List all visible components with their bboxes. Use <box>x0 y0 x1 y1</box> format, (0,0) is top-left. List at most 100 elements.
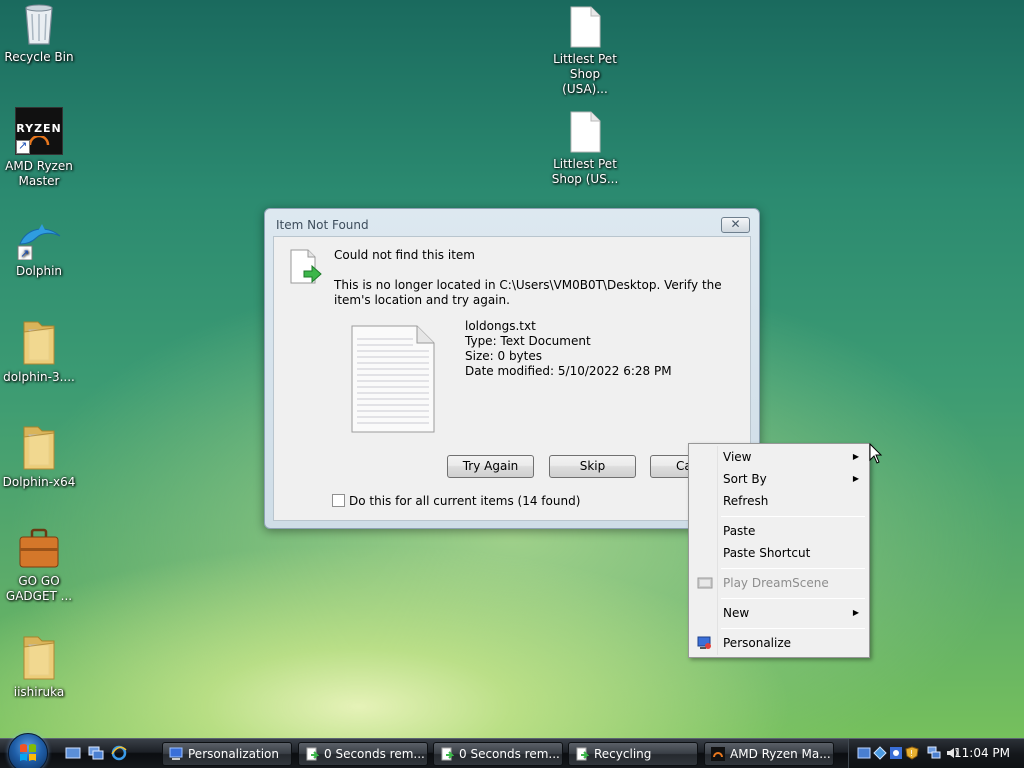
show-desktop-icon[interactable] <box>65 745 81 761</box>
taskbar-item-label: AMD Ryzen Ma... <box>730 747 831 761</box>
skip-button[interactable]: Skip <box>549 455 636 478</box>
personalization-icon <box>169 747 183 760</box>
submenu-arrow-icon: ▶ <box>852 474 859 483</box>
menu-item-label: Paste Shortcut <box>723 546 811 560</box>
menu-item-sort-by[interactable]: Sort By ▶ <box>691 469 867 489</box>
apply-to-all-label[interactable]: Do this for all current items (14 found) <box>349 494 580 508</box>
switch-windows-icon[interactable] <box>88 745 104 761</box>
desktop-context-menu: View ▶ Sort By ▶ Refresh Paste Paste Sho… <box>688 443 870 658</box>
windows-logo-icon <box>20 744 36 761</box>
menu-item-label: Play DreamScene <box>723 576 829 590</box>
security-warning-icon[interactable]: ! <box>905 746 919 760</box>
tray-app-icon[interactable] <box>857 746 871 760</box>
file-copy-icon <box>441 747 454 761</box>
network-shield-icon[interactable] <box>873 746 887 760</box>
desktop-icon-label: GO GO GADGET ... <box>5 574 73 603</box>
file-info: loldongs.txt Type: Text Document Size: 0… <box>465 319 672 379</box>
dialog-body: Could not find this item This is no long… <box>273 236 751 521</box>
apply-to-all-row: Do this for all current items (14 found) <box>332 494 580 508</box>
file-type: Type: Text Document <box>465 334 591 348</box>
personalize-icon <box>697 636 711 649</box>
menu-item-label: Refresh <box>723 494 769 508</box>
network-icon[interactable] <box>927 746 941 760</box>
clock[interactable]: 11:04 PM <box>954 746 1010 760</box>
taskbar-item-label: Recycling <box>594 747 652 761</box>
menu-item-paste-shortcut[interactable]: Paste Shortcut <box>691 543 867 563</box>
text-document-icon <box>351 325 435 433</box>
document-icon <box>570 111 601 153</box>
start-button[interactable] <box>8 733 48 768</box>
svg-text:!: ! <box>910 749 913 758</box>
svg-text:↗: ↗ <box>20 247 29 260</box>
menu-item-personalize[interactable]: Personalize <box>691 633 867 653</box>
desktop-icon-dolphin[interactable]: ↗ Dolphin <box>0 222 78 279</box>
dialog-message: This is no longer located in C:\Users\VM… <box>334 278 722 307</box>
menu-item-label: Paste <box>723 524 756 538</box>
dreamscene-icon <box>697 577 713 589</box>
file-move-icon <box>290 249 322 284</box>
menu-separator <box>721 598 865 599</box>
menu-separator <box>721 516 865 517</box>
dialog-heading: Could not find this item <box>334 248 475 262</box>
menu-item-view[interactable]: View ▶ <box>691 447 867 467</box>
amd-ryzen-icon <box>711 747 725 761</box>
taskbar-item-label: 0 Seconds rem... <box>459 747 560 761</box>
menu-item-paste[interactable]: Paste <box>691 521 867 541</box>
taskbar-item-recycling[interactable]: Recycling <box>568 742 698 766</box>
desktop-icon-littlest-pet-shop-2[interactable]: Littlest Pet Shop (US... <box>546 111 624 187</box>
shortcut-arrow-icon <box>16 138 30 154</box>
taskbar: Personalization 0 Seconds rem... 0 Secon… <box>0 733 1024 768</box>
update-icon[interactable] <box>889 746 903 760</box>
desktop-icon-label: Dolphin <box>15 264 63 278</box>
apply-to-all-checkbox[interactable] <box>332 494 345 507</box>
folder-icon <box>23 426 55 470</box>
taskbar-item-personalization[interactable]: Personalization <box>162 742 292 766</box>
briefcase-icon <box>19 528 59 568</box>
file-copy-icon <box>576 747 589 761</box>
recycle-bin-icon <box>25 4 53 45</box>
dialog-title: Item Not Found <box>276 218 369 232</box>
desktop-icon-dolphin-3[interactable]: dolphin-3.... <box>0 318 78 385</box>
taskbar-item-copy-2[interactable]: 0 Seconds rem... <box>433 742 563 766</box>
menu-item-refresh[interactable]: Refresh <box>691 491 867 511</box>
desktop-icon-label: Dolphin-x64 <box>2 475 76 489</box>
desktop-icon-amd-ryzen-master[interactable]: RYZEN AMD Ryzen Master <box>0 107 78 189</box>
mouse-cursor-icon <box>869 443 883 464</box>
desktop-icon-iishiruka[interactable]: iishiruka <box>0 633 78 700</box>
taskbar-item-label: Personalization <box>188 747 279 761</box>
file-name: loldongs.txt <box>465 319 536 333</box>
system-tray: ! 11:04 PM <box>848 739 1024 768</box>
menu-item-play-dreamscene: Play DreamScene <box>691 573 867 593</box>
document-icon <box>570 6 601 48</box>
menu-item-label: Sort By <box>723 472 767 486</box>
desktop-icon-label: dolphin-3.... <box>3 370 75 384</box>
taskbar-item-label: 0 Seconds rem... <box>324 747 425 761</box>
menu-separator <box>721 628 865 629</box>
file-date-modified: Date modified: 5/10/2022 6:28 PM <box>465 364 672 378</box>
menu-separator <box>721 568 865 569</box>
taskbar-item-copy-1[interactable]: 0 Seconds rem... <box>298 742 428 766</box>
amd-ryzen-master-icon: RYZEN <box>15 107 63 155</box>
internet-explorer-icon[interactable] <box>111 745 127 761</box>
file-size: Size: 0 bytes <box>465 349 542 363</box>
desktop-icon-recycle-bin[interactable]: Recycle Bin <box>0 2 78 65</box>
submenu-arrow-icon: ▶ <box>852 452 859 461</box>
item-not-found-dialog: Item Not Found ✕ Could not find this ite… <box>264 208 760 529</box>
taskbar-item-amd-ryzen-master[interactable]: AMD Ryzen Ma... <box>704 742 834 766</box>
desktop-icon-dolphin-x64[interactable]: Dolphin-x64 <box>0 423 78 490</box>
try-again-button[interactable]: Try Again <box>447 455 534 478</box>
submenu-arrow-icon: ▶ <box>852 608 859 617</box>
desktop-icon-label: Littlest Pet Shop (USA)... <box>553 52 617 96</box>
close-button[interactable]: ✕ <box>721 217 750 233</box>
folder-icon <box>23 636 55 680</box>
file-copy-icon <box>306 747 319 761</box>
desktop-icon-label: Littlest Pet Shop (US... <box>551 157 619 186</box>
dolphin-icon: ↗ <box>17 224 61 260</box>
desktop-icon-label: iishiruka <box>13 685 65 699</box>
desktop-icon-go-go-gadget[interactable]: GO GO GADGET ... <box>0 528 78 604</box>
desktop-icon-label: AMD Ryzen Master <box>5 159 73 188</box>
folder-icon <box>23 321 55 365</box>
menu-item-label: View <box>723 450 752 464</box>
desktop-icon-littlest-pet-shop-1[interactable]: Littlest Pet Shop (USA)... <box>546 6 624 97</box>
menu-item-new[interactable]: New ▶ <box>691 603 867 623</box>
